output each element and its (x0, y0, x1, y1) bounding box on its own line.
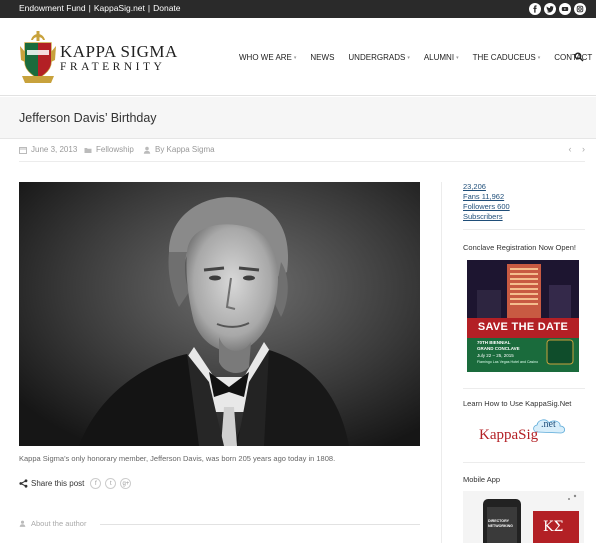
kappasignet-link[interactable]: KappaSig.net (94, 3, 145, 13)
logo-line-1: KAPPA SIGMA (60, 42, 178, 61)
sidebar-divider (441, 182, 442, 543)
about-author-divider (100, 524, 420, 525)
social-links (529, 3, 586, 15)
nav-label: NEWS (310, 53, 335, 62)
folder-icon (84, 147, 92, 153)
endowment-fund-link[interactable]: Endowment Fund (19, 3, 86, 13)
post-meta: June 3, 2013 Fellowship By Kappa Sigma ‹… (19, 144, 585, 161)
mobile-phone-text: DIRECTORY NETWORKING (488, 519, 513, 528)
promo-sub-2: GRAND CONCLAVE (477, 346, 520, 351)
kappa-sigma-crest-logo[interactable] (19, 28, 57, 88)
chevron-down-icon: ▾ (537, 54, 541, 61)
mobile-letters: ΚΣ (543, 519, 564, 535)
kappasignet-widget-title: Learn How to Use KappaSig.Net (463, 399, 572, 408)
chevron-down-icon: ▾ (407, 54, 410, 61)
post-author-text: By Kappa Sigma (155, 145, 215, 154)
calendar-icon (19, 146, 27, 154)
donate-link[interactable]: Donate (153, 3, 180, 13)
post-category-text: Fellowship (96, 145, 134, 154)
about-author-label: About the author (31, 519, 87, 528)
nav-label: UNDERGRADS (348, 53, 406, 62)
share-row: Share this post f t g+ (19, 478, 132, 489)
post-author[interactable]: By Kappa Sigma (143, 145, 215, 154)
nav-item-alumni[interactable]: ALUMNI ▾ (424, 53, 459, 62)
sidebar-divider-rule (463, 229, 585, 230)
share-google-plus-button[interactable]: g+ (120, 478, 132, 489)
conclave-widget-title: Conclave Registration Now Open! (463, 243, 576, 252)
youtube-icon[interactable] (559, 3, 571, 15)
post-date-text: June 3, 2013 (31, 145, 78, 154)
promo-venue: Flamingo Las Vegas Hotel and Casino (477, 360, 539, 364)
kappasignet-logo[interactable]: KappaSig .net (477, 414, 572, 454)
mobile-app-widget-title: Mobile App (463, 475, 501, 484)
conclave-promo-banner[interactable]: SAVE THE DATE 70TH BIENNIAL GRAND CONCLA… (467, 260, 579, 372)
nav-label: THE CADUCEUS (472, 53, 536, 62)
logo-wordmark[interactable]: KAPPA SIGMA FRATERNITY (60, 42, 178, 73)
instagram-icon[interactable] (574, 3, 586, 15)
social-stats-widget: 23,206 Fans 11,962 Followers 600 Subscri… (463, 182, 588, 222)
post-date: June 3, 2013 (19, 145, 77, 154)
user-icon (19, 520, 26, 527)
kappasignet-suffix: .net (541, 419, 556, 430)
next-post-button[interactable]: › (582, 144, 585, 154)
stat-fans-link[interactable]: Fans 11,962 (463, 192, 588, 202)
page-title-band: Jefferson Davis’ Birthday (0, 97, 596, 139)
user-icon (143, 146, 151, 154)
about-author-heading: About the author (19, 519, 86, 528)
post-navigation: ‹ › (568, 144, 585, 154)
share-label: Share this post (31, 479, 85, 488)
jefferson-davis-portrait (19, 182, 420, 446)
nav-item-news[interactable]: NEWS (310, 53, 334, 62)
page-title: Jefferson Davis’ Birthday (19, 111, 157, 125)
promo-dates: July 22 – 25, 2015 (477, 353, 514, 358)
separator: | (88, 3, 91, 13)
nav-label: WHO WE ARE (239, 53, 292, 62)
post-category[interactable]: Fellowship (84, 145, 134, 154)
twitter-icon[interactable] (544, 3, 556, 15)
logo-line-2: FRATERNITY (60, 61, 166, 73)
nav-item-the-caduceus[interactable]: THE CADUCEUS ▾ (473, 53, 541, 62)
main-navigation: WHO WE ARE ▾ NEWS UNDERGRADS ▾ ALUMNI ▾ THE… (239, 52, 596, 62)
sidebar-divider-rule (463, 388, 585, 389)
separator: | (147, 3, 151, 13)
utility-links: Endowment Fund | KappaSig.net | Donate (19, 3, 181, 13)
stat-subscribers-link[interactable]: Subscribers (463, 212, 588, 222)
kappasignet-wordmark: KappaSig (479, 427, 539, 443)
promo-sub-1: 70TH BIENNIAL (477, 340, 511, 345)
share-icon (19, 479, 28, 488)
sidebar-divider-rule (463, 462, 585, 463)
chevron-down-icon: ▾ (293, 54, 297, 61)
nav-label: ALUMNI (423, 53, 455, 62)
site-header: KAPPA SIGMA FRATERNITY WHO WE ARE ▾ NEWS … (0, 18, 596, 96)
facebook-icon[interactable] (529, 3, 541, 15)
photo-caption: Kappa Sigma’s only honorary member, Jeff… (19, 454, 336, 463)
top-utility-bar: Endowment Fund | KappaSig.net | Donate (0, 0, 596, 18)
share-twitter-button[interactable]: t (105, 478, 117, 489)
stat-followers-link[interactable]: Followers 600 (463, 202, 588, 212)
promo-save-the-date: SAVE THE DATE (477, 321, 569, 333)
nav-item-undergrads[interactable]: UNDERGRADS ▾ (348, 53, 409, 62)
nav-item-who-we-are[interactable]: WHO WE ARE ▾ (239, 53, 296, 62)
meta-divider (19, 161, 585, 162)
search-icon[interactable] (574, 52, 584, 62)
stat-count-link[interactable]: 23,206 (463, 182, 588, 192)
mobile-app-banner[interactable]: DIRECTORY NETWORKING ΚΣ (463, 491, 584, 543)
chevron-down-icon: ▾ (456, 54, 459, 61)
share-facebook-button[interactable]: f (90, 478, 102, 489)
previous-post-button[interactable]: ‹ (568, 144, 571, 154)
